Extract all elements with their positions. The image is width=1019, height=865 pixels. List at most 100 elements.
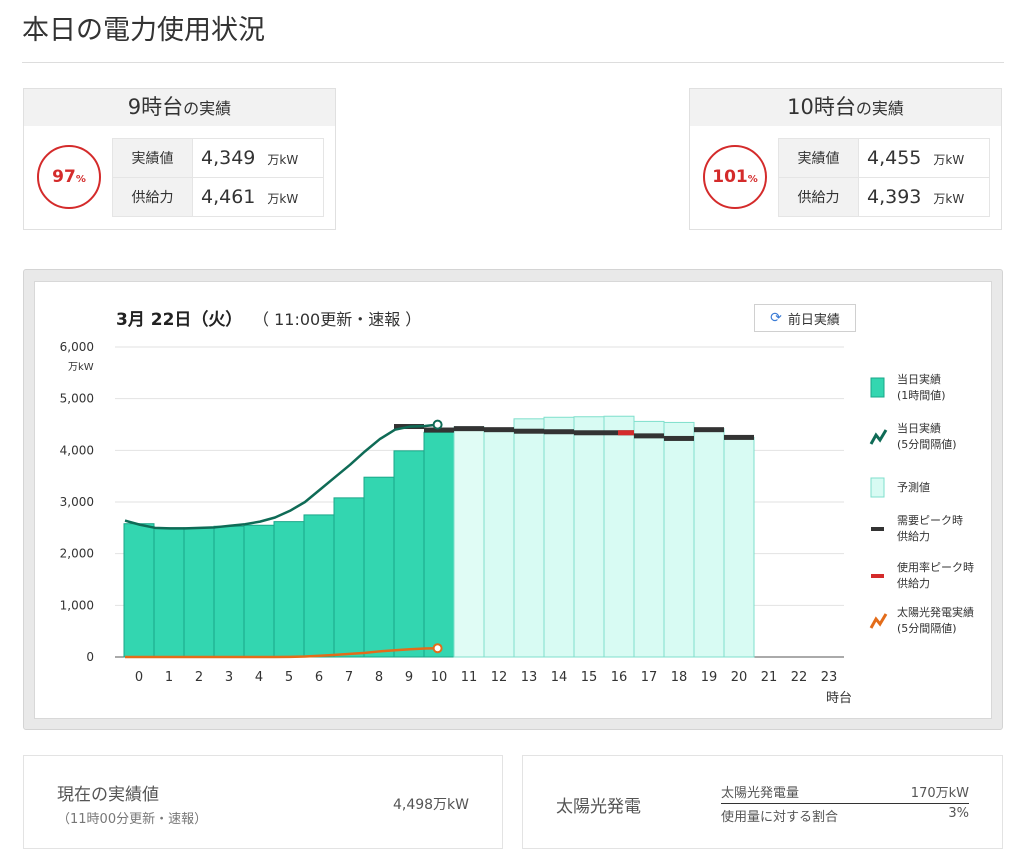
forecast-bar: [693, 428, 725, 658]
y-tick-label: 5,000: [60, 392, 94, 406]
x-tick-label: 5: [285, 670, 293, 685]
usage-rate-value: 97: [52, 167, 76, 187]
usage-rate-unit: %: [747, 174, 758, 185]
legend-swatch: [869, 613, 888, 629]
actual-hourly-bar: [123, 523, 155, 658]
row-label: 供給力: [778, 177, 859, 217]
legend-label: 当日実績: [897, 372, 941, 386]
forecast-bar: [513, 418, 545, 658]
chart-card: 0 1,000 2,000 3,000 4,000 5,000 6,000 0 1 2 3 4 5 6 7 8…: [34, 281, 992, 719]
legend-swatch: [870, 377, 885, 398]
x-tick-label: 2: [195, 670, 203, 685]
table-row: 実績値 4,455 万kW: [778, 138, 990, 178]
usage-rate-unit: %: [75, 174, 86, 185]
y-tick-label: 3,000: [60, 495, 94, 509]
actual-hourly-bar: [183, 527, 215, 658]
forecast-bar: [663, 421, 695, 658]
peak-supply-mark: [664, 435, 694, 441]
usage-rate-gauge: 97%: [37, 145, 101, 209]
table-row: 実績値 4,349 万kW: [112, 138, 324, 178]
x-tick-label: 17: [641, 670, 658, 685]
previous-day-button[interactable]: ⟳ 前日実績: [754, 304, 856, 332]
row-value-cell: 4,393 万kW: [858, 177, 990, 217]
legend-label: 供給力: [897, 576, 930, 590]
solar-row: 太陽光発電量 170万kW: [721, 782, 969, 804]
forecast-bar: [543, 416, 575, 658]
legend-label: 当日実績: [897, 421, 941, 435]
y-tick-label: 4,000: [60, 443, 94, 457]
result-suffix: の実績: [855, 99, 904, 118]
result-hour: 9時台: [127, 95, 184, 119]
y-tick-label: 0: [86, 650, 94, 664]
actual-hourly-bar: [213, 525, 245, 658]
legend-swatch: [871, 574, 884, 578]
demand-chart: 01,0002,0003,0004,0005,0006,0000 1 2 3 4 5 6 7 8…: [60, 309, 974, 706]
x-tick-label: 16: [611, 670, 628, 685]
x-tick-label: 7: [345, 670, 353, 685]
x-tick-label: 0: [135, 670, 143, 685]
forecast-bar: [483, 427, 515, 658]
row-unit: 万kW: [933, 153, 965, 167]
row-unit: 万kW: [267, 153, 299, 167]
five-min-actual-line-endpoint: [432, 419, 443, 430]
current-value-update: （11時00分更新・速報）: [57, 812, 208, 827]
usage-rate-value: 101: [712, 167, 748, 187]
row-label: 実績値: [112, 138, 193, 178]
chart-panel: 0 1,000 2,000 3,000 4,000 5,000 6,000 0 1 2 3 4 5 6 7 8…: [23, 269, 1003, 730]
x-tick-label: 3: [225, 670, 233, 685]
x-tick-label: 13: [521, 670, 538, 685]
actual-hourly-bar: [273, 521, 305, 658]
legend-label: 予測値: [897, 480, 930, 494]
current-value-label: 現在の実績値: [57, 785, 159, 805]
forecast-bar: [723, 436, 755, 658]
x-tick-label: 11: [461, 670, 478, 685]
solar-row: 使用量に対する割合 3%: [721, 806, 969, 825]
solar-row-value: 170万kW: [910, 786, 969, 801]
result-table: 実績値 4,455 万kW 供給力 4,393 万kW: [778, 138, 990, 217]
actual-hourly-bar: [453, 426, 485, 658]
x-tick-label: 15: [581, 670, 598, 685]
y-tick-label: 2,000: [60, 547, 94, 561]
x-tick-label: 20: [731, 670, 748, 685]
chart-update-status: （ 11:00更新・速報 ）: [253, 310, 421, 329]
row-label: 実績値: [778, 138, 859, 178]
row-value-cell: 4,349 万kW: [192, 138, 324, 178]
peak-rate-supply-mark: [618, 430, 634, 436]
x-axis-label: 時台: [826, 691, 852, 706]
x-tick-label: 4: [255, 670, 263, 685]
legend-label: (5分間隔値): [897, 438, 957, 451]
peak-supply-mark: [544, 429, 574, 435]
x-tick-label: 18: [671, 670, 688, 685]
legend-label: 太陽光発電実績: [897, 605, 974, 619]
solar-line-endpoint: [432, 643, 443, 654]
title-divider: [22, 62, 1004, 63]
forecast-bar: [603, 415, 635, 658]
row-value: 4,349: [201, 147, 256, 169]
result-suffix: の実績: [183, 99, 232, 118]
legend-label: (5分間隔値): [897, 622, 957, 635]
solar-row-label: 使用量に対する割合: [721, 810, 839, 825]
legend-swatch: [870, 477, 885, 498]
row-value-cell: 4,455 万kW: [858, 138, 990, 178]
legend-label: 需要ピーク時: [897, 514, 963, 527]
solar-box: 太陽光発電 太陽光発電量 170万kW 使用量に対する割合 3%: [522, 755, 1003, 849]
row-value: 4,455: [867, 147, 922, 169]
peak-supply-mark: [634, 433, 664, 439]
peak-supply-mark: [484, 427, 514, 433]
legend-label: 使用率ピーク時: [897, 560, 974, 574]
result-hour: 10時台: [787, 95, 856, 119]
result-box-header: 10時台の実績: [690, 89, 1001, 126]
row-value: 4,393: [867, 186, 922, 208]
refresh-icon: ⟳: [770, 310, 782, 326]
peak-supply-mark: [694, 427, 724, 433]
solar-row-label: 太陽光発電量: [721, 786, 800, 801]
result-table: 実績値 4,349 万kW 供給力 4,461 万kW: [112, 138, 324, 217]
x-tick-label: 6: [315, 670, 323, 685]
x-tick-label: 12: [491, 670, 508, 685]
peak-supply-mark: [574, 430, 604, 436]
x-tick-label: 23: [821, 670, 838, 685]
x-tick-label: 8: [375, 670, 383, 685]
x-tick-label: 9: [405, 670, 413, 685]
result-box-9: 9時台の実績 97% 実績値 4,349 万kW 供給力 4,461 万kW: [23, 88, 336, 230]
x-tick-label: 21: [761, 670, 778, 685]
